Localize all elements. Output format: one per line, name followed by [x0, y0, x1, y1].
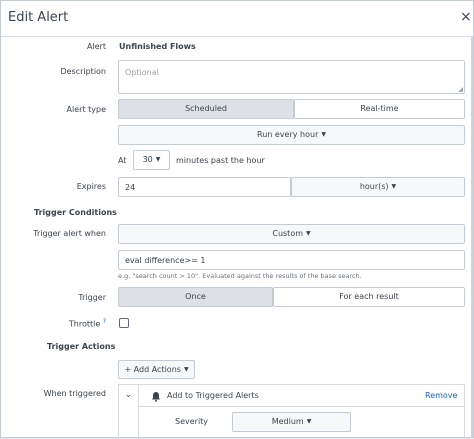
alert-type-scheduled[interactable]: Scheduled [118, 99, 294, 119]
description-field[interactable]: Optional ◢ [118, 60, 465, 94]
schedule-value: Run every hour [257, 130, 319, 139]
throttle-checkbox[interactable] [119, 318, 129, 328]
caret-down-icon: ▼ [321, 131, 326, 138]
action-panel-divider [138, 385, 139, 439]
caret-down-icon: ▼ [306, 230, 311, 237]
dialog-title: Edit Alert [8, 10, 69, 25]
caret-down-icon: ▼ [183, 366, 189, 373]
chevron-down-icon[interactable]: ⌄ [125, 390, 132, 399]
alert-label: Alert [86, 42, 106, 51]
trigger-actions-heading: Trigger Actions [47, 342, 116, 351]
action-panel: ⌄ Add to Triggered Alerts Remove Severit… [118, 384, 465, 439]
caret-down-icon: ▼ [155, 156, 161, 163]
condition-help: e.g. "search count > 10". Evaluated agai… [118, 272, 362, 280]
minutes-suffix: minutes past the hour [176, 156, 265, 165]
throttle-label-row: Throttle ? [1, 318, 106, 329]
expires-unit: hour(s) [359, 182, 389, 191]
expires-label: Expires [76, 182, 106, 191]
severity-value: Medium [271, 417, 304, 426]
expires-value: 24 [125, 183, 136, 192]
dialog-header: Edit Alert × [1, 1, 473, 37]
close-icon[interactable]: × [460, 10, 472, 24]
throttle-label: Throttle [68, 319, 101, 329]
alert-name: Unfinished Flows [119, 42, 196, 51]
at-label: At [118, 156, 127, 165]
minute-dropdown[interactable]: 30 ▼ [133, 150, 170, 170]
minute-value: 30 [142, 155, 153, 164]
trigger-conditions-heading: Trigger Conditions [34, 208, 117, 217]
remove-action-link[interactable]: Remove [425, 391, 457, 400]
trigger-when-value: Custom [272, 229, 304, 238]
trigger-label: Trigger [78, 293, 106, 302]
description-placeholder: Optional [125, 68, 159, 77]
alert-type-label: Alert type [66, 105, 106, 114]
expires-input[interactable]: 24 [118, 177, 291, 197]
severity-label: Severity [175, 417, 209, 426]
severity-dropdown[interactable]: Medium ▼ [232, 412, 351, 432]
scrollbar[interactable] [471, 37, 473, 437]
add-actions-button[interactable]: + Add Actions ▼ [118, 360, 195, 379]
add-actions-label: + Add Actions [124, 365, 181, 374]
when-triggered-label: When triggered [43, 389, 106, 398]
alert-type-realtime[interactable]: Real-time [294, 99, 465, 119]
action-title: Add to Triggered Alerts [167, 391, 259, 400]
schedule-dropdown[interactable]: Run every hour ▼ [118, 125, 465, 145]
trigger-for-each-result[interactable]: For each result [273, 287, 465, 307]
expires-unit-dropdown[interactable]: hour(s) ▼ [291, 177, 465, 197]
throttle-help-icon[interactable]: ? [103, 318, 106, 325]
description-label: Description [60, 67, 106, 76]
caret-down-icon: ▼ [391, 183, 397, 190]
condition-input[interactable]: eval difference>= 1 [118, 250, 465, 270]
bell-icon [152, 392, 160, 402]
action-panel-rule [138, 406, 464, 407]
condition-value: eval difference>= 1 [125, 256, 206, 265]
caret-down-icon: ▼ [306, 418, 312, 425]
edit-alert-dialog: Edit Alert × Alert Unfinished Flows Desc… [0, 0, 474, 439]
resize-handle-icon[interactable]: ◢ [458, 86, 463, 93]
trigger-when-dropdown[interactable]: Custom ▼ [118, 224, 465, 244]
trigger-when-label: Trigger alert when [33, 229, 106, 238]
trigger-once[interactable]: Once [118, 287, 273, 307]
